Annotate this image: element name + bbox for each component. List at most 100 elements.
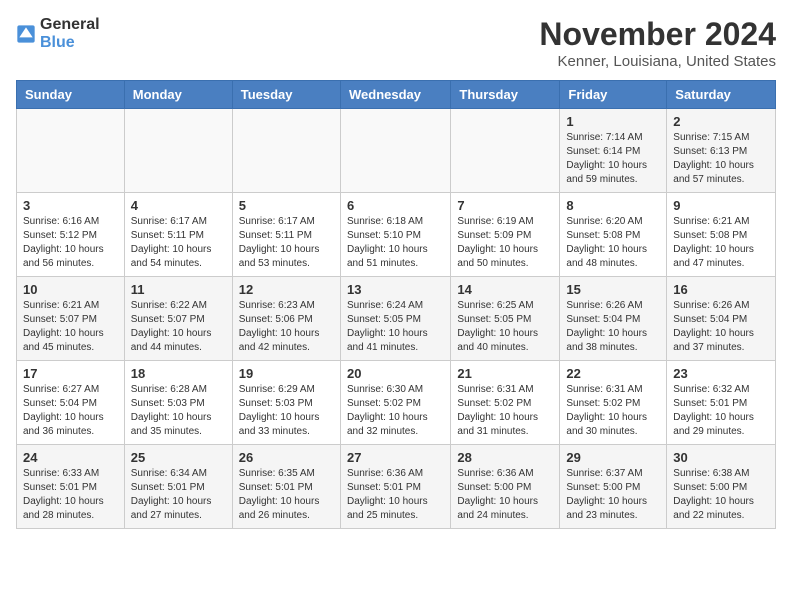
page-header: General Blue November 2024 Kenner, Louis… bbox=[16, 16, 776, 70]
calendar-table: SundayMondayTuesdayWednesdayThursdayFrid… bbox=[16, 80, 776, 529]
day-info: Sunrise: 6:20 AM Sunset: 5:08 PM Dayligh… bbox=[566, 215, 660, 271]
calendar-cell bbox=[232, 109, 340, 193]
day-number: 29 bbox=[566, 450, 660, 465]
day-info: Sunrise: 6:18 AM Sunset: 5:10 PM Dayligh… bbox=[347, 215, 444, 271]
day-info: Sunrise: 7:15 AM Sunset: 6:13 PM Dayligh… bbox=[673, 131, 769, 187]
calendar-cell: 27Sunrise: 6:36 AM Sunset: 5:01 PM Dayli… bbox=[340, 445, 450, 529]
day-number: 1 bbox=[566, 114, 660, 129]
day-number: 4 bbox=[131, 198, 226, 213]
calendar-cell bbox=[17, 109, 125, 193]
day-info: Sunrise: 6:28 AM Sunset: 5:03 PM Dayligh… bbox=[131, 383, 226, 439]
day-number: 3 bbox=[23, 198, 118, 213]
calendar-week-2: 3Sunrise: 6:16 AM Sunset: 5:12 PM Daylig… bbox=[17, 193, 776, 277]
calendar-cell: 22Sunrise: 6:31 AM Sunset: 5:02 PM Dayli… bbox=[560, 361, 667, 445]
day-number: 7 bbox=[457, 198, 553, 213]
calendar-week-4: 17Sunrise: 6:27 AM Sunset: 5:04 PM Dayli… bbox=[17, 361, 776, 445]
day-info: Sunrise: 6:21 AM Sunset: 5:08 PM Dayligh… bbox=[673, 215, 769, 271]
day-number: 19 bbox=[239, 366, 334, 381]
calendar-cell: 7 Sunrise: 6:19 AM Sunset: 5:09 PM Daylig… bbox=[451, 193, 560, 277]
calendar-week-1: 1 Sunrise: 7:14 AM Sunset: 6:14 PM Daylig… bbox=[17, 109, 776, 193]
day-number: 8 bbox=[566, 198, 660, 213]
day-number: 14 bbox=[457, 282, 553, 297]
day-info: Sunrise: 6:37 AM Sunset: 5:00 PM Dayligh… bbox=[566, 467, 660, 523]
calendar-cell: 1 Sunrise: 7:14 AM Sunset: 6:14 PM Daylig… bbox=[560, 109, 667, 193]
calendar-week-5: 24 Sunrise: 6:33 AM Sunset: 5:01 PM Dayli… bbox=[17, 445, 776, 529]
calendar-cell bbox=[340, 109, 450, 193]
day-number: 6 bbox=[347, 198, 444, 213]
day-info: Sunrise: 6:30 AM Sunset: 5:02 PM Dayligh… bbox=[347, 383, 444, 439]
day-number: 11 bbox=[131, 282, 226, 297]
calendar-cell: 8 Sunrise: 6:20 AM Sunset: 5:08 PM Daylig… bbox=[560, 193, 667, 277]
day-info: Sunrise: 6:36 AM Sunset: 5:00 PM Dayligh… bbox=[457, 467, 553, 523]
day-number: 24 bbox=[23, 450, 118, 465]
day-info: Sunrise: 6:29 AM Sunset: 5:03 PM Dayligh… bbox=[239, 383, 334, 439]
day-info: Sunrise: 6:25 AM Sunset: 5:05 PM Dayligh… bbox=[457, 299, 553, 355]
day-number: 5 bbox=[239, 198, 334, 213]
day-info: Sunrise: 6:33 AM Sunset: 5:01 PM Dayligh… bbox=[23, 467, 118, 523]
calendar-cell bbox=[124, 109, 232, 193]
day-number: 18 bbox=[131, 366, 226, 381]
calendar-cell: 20 Sunrise: 6:30 AM Sunset: 5:02 PM Dayli… bbox=[340, 361, 450, 445]
calendar-cell: 17Sunrise: 6:27 AM Sunset: 5:04 PM Dayli… bbox=[17, 361, 125, 445]
title-block: November 2024 Kenner, Louisiana, United … bbox=[539, 16, 776, 70]
calendar-cell: 18 Sunrise: 6:28 AM Sunset: 5:03 PM Dayli… bbox=[124, 361, 232, 445]
calendar-cell: 16 Sunrise: 6:26 AM Sunset: 5:04 PM Dayli… bbox=[667, 277, 776, 361]
calendar-cell: 26 Sunrise: 6:35 AM Sunset: 5:01 PM Dayli… bbox=[232, 445, 340, 529]
logo-icon bbox=[16, 24, 36, 44]
day-number: 13 bbox=[347, 282, 444, 297]
calendar-cell: 28 Sunrise: 6:36 AM Sunset: 5:00 PM Dayli… bbox=[451, 445, 560, 529]
weekday-header-tuesday: Tuesday bbox=[232, 81, 340, 109]
logo-general-text: General bbox=[40, 16, 100, 33]
day-info: Sunrise: 6:24 AM Sunset: 5:05 PM Dayligh… bbox=[347, 299, 444, 355]
weekday-header-row: SundayMondayTuesdayWednesdayThursdayFrid… bbox=[17, 81, 776, 109]
day-number: 22 bbox=[566, 366, 660, 381]
calendar-cell: 23Sunrise: 6:32 AM Sunset: 5:01 PM Dayli… bbox=[667, 361, 776, 445]
calendar-cell: 4 Sunrise: 6:17 AM Sunset: 5:11 PM Daylig… bbox=[124, 193, 232, 277]
calendar-cell: 12 Sunrise: 6:23 AM Sunset: 5:06 PM Dayli… bbox=[232, 277, 340, 361]
day-info: Sunrise: 6:26 AM Sunset: 5:04 PM Dayligh… bbox=[566, 299, 660, 355]
day-info: Sunrise: 6:17 AM Sunset: 5:11 PM Dayligh… bbox=[239, 215, 334, 271]
day-info: Sunrise: 6:17 AM Sunset: 5:11 PM Dayligh… bbox=[131, 215, 226, 271]
calendar-cell: 5 Sunrise: 6:17 AM Sunset: 5:11 PM Daylig… bbox=[232, 193, 340, 277]
calendar-cell: 2 Sunrise: 7:15 AM Sunset: 6:13 PM Daylig… bbox=[667, 109, 776, 193]
day-info: Sunrise: 7:14 AM Sunset: 6:14 PM Dayligh… bbox=[566, 131, 660, 187]
weekday-header-sunday: Sunday bbox=[17, 81, 125, 109]
calendar-cell: 25 Sunrise: 6:34 AM Sunset: 5:01 PM Dayli… bbox=[124, 445, 232, 529]
day-number: 21 bbox=[457, 366, 553, 381]
location-subtitle: Kenner, Louisiana, United States bbox=[539, 53, 776, 70]
weekday-header-friday: Friday bbox=[560, 81, 667, 109]
day-info: Sunrise: 6:26 AM Sunset: 5:04 PM Dayligh… bbox=[673, 299, 769, 355]
day-info: Sunrise: 6:35 AM Sunset: 5:01 PM Dayligh… bbox=[239, 467, 334, 523]
calendar-cell: 13 Sunrise: 6:24 AM Sunset: 5:05 PM Dayli… bbox=[340, 277, 450, 361]
day-info: Sunrise: 6:22 AM Sunset: 5:07 PM Dayligh… bbox=[131, 299, 226, 355]
calendar-cell: 21 Sunrise: 6:31 AM Sunset: 5:02 PM Dayli… bbox=[451, 361, 560, 445]
calendar-cell: 3Sunrise: 6:16 AM Sunset: 5:12 PM Daylig… bbox=[17, 193, 125, 277]
day-info: Sunrise: 6:23 AM Sunset: 5:06 PM Dayligh… bbox=[239, 299, 334, 355]
weekday-header-monday: Monday bbox=[124, 81, 232, 109]
day-info: Sunrise: 6:27 AM Sunset: 5:04 PM Dayligh… bbox=[23, 383, 118, 439]
calendar-week-3: 10 Sunrise: 6:21 AM Sunset: 5:07 PM Dayli… bbox=[17, 277, 776, 361]
day-number: 26 bbox=[239, 450, 334, 465]
day-info: Sunrise: 6:21 AM Sunset: 5:07 PM Dayligh… bbox=[23, 299, 118, 355]
day-number: 16 bbox=[673, 282, 769, 297]
calendar-cell: 14 Sunrise: 6:25 AM Sunset: 5:05 PM Dayli… bbox=[451, 277, 560, 361]
weekday-header-thursday: Thursday bbox=[451, 81, 560, 109]
day-info: Sunrise: 6:19 AM Sunset: 5:09 PM Dayligh… bbox=[457, 215, 553, 271]
calendar-cell: 19 Sunrise: 6:29 AM Sunset: 5:03 PM Dayli… bbox=[232, 361, 340, 445]
day-info: Sunrise: 6:34 AM Sunset: 5:01 PM Dayligh… bbox=[131, 467, 226, 523]
calendar-cell bbox=[451, 109, 560, 193]
day-number: 2 bbox=[673, 114, 769, 129]
day-info: Sunrise: 6:36 AM Sunset: 5:01 PM Dayligh… bbox=[347, 467, 444, 523]
calendar-cell: 29 Sunrise: 6:37 AM Sunset: 5:00 PM Dayli… bbox=[560, 445, 667, 529]
calendar-cell: 30Sunrise: 6:38 AM Sunset: 5:00 PM Dayli… bbox=[667, 445, 776, 529]
day-number: 12 bbox=[239, 282, 334, 297]
month-title: November 2024 bbox=[539, 16, 776, 53]
day-number: 10 bbox=[23, 282, 118, 297]
day-number: 20 bbox=[347, 366, 444, 381]
calendar-cell: 10 Sunrise: 6:21 AM Sunset: 5:07 PM Dayli… bbox=[17, 277, 125, 361]
day-number: 28 bbox=[457, 450, 553, 465]
day-number: 25 bbox=[131, 450, 226, 465]
weekday-header-wednesday: Wednesday bbox=[340, 81, 450, 109]
day-info: Sunrise: 6:31 AM Sunset: 5:02 PM Dayligh… bbox=[457, 383, 553, 439]
day-number: 23 bbox=[673, 366, 769, 381]
